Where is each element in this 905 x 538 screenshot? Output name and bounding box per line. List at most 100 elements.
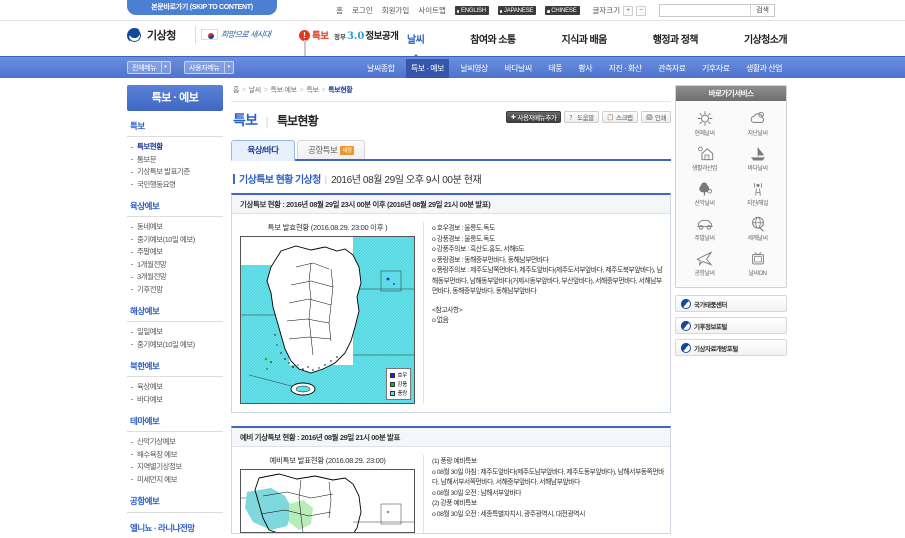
current-alert-map[interactable]: 호우 강풍 풍랑 [240, 236, 415, 404]
utility-link-sitemap[interactable]: 사이트맵 [418, 5, 446, 16]
sidebar-item-daily-forecast[interactable]: 일일예보 [131, 326, 223, 339]
quick-item-past-weather[interactable]: 지난날씨 [731, 106, 784, 141]
chevron-down-icon: ▾ [160, 62, 170, 73]
sidebar-item-weekend-forecast[interactable]: 주말예보 [131, 246, 223, 259]
subnav-item-sea-weather[interactable]: 바다날씨 [499, 59, 536, 78]
taegeuk-icon [681, 342, 691, 353]
sidebar: 특보 · 예보 특보 특보현황 통보문 기상특보 발표기준 국민행동요령 육상예… [127, 85, 223, 538]
subnav-item-earthquake-volcano[interactable]: 지진 · 화산 [604, 59, 647, 78]
sidebar-item-mountain-weather[interactable]: 산악기상예보 [131, 436, 223, 449]
language-chinese-button[interactable]: CHINESE [545, 6, 580, 15]
skip-to-content-link[interactable]: 본문바로가기 (SKIP TO CONTENT) [127, 0, 277, 15]
legend-label-strong-wind: 강풍 [397, 382, 407, 388]
quick-item-weekend-weather[interactable]: 주말날씨 [678, 211, 731, 246]
sub-navigation-links: 날씨종합 특보 · 예보 날씨영상 바다날씨 태풍 황사 지진 · 화산 관측자… [362, 57, 787, 79]
current-alert-panel-header: 기상특보 현황 : 2016년 08월 29일 23시 00분 이후 (2016… [232, 195, 670, 214]
kma-logo[interactable]: 기상청 [127, 27, 176, 43]
user-menu-dropdown[interactable]: 사용자메뉴 ▾ [184, 61, 234, 74]
subnav-item-yellow-dust[interactable]: 황사 [573, 59, 597, 78]
preliminary-alert-map[interactable] [240, 469, 415, 533]
alert-label: 특보 [312, 31, 329, 42]
subnav-item-alert-forecast[interactable]: 특보 · 예보 [405, 58, 449, 78]
font-size-increase-button[interactable]: + [623, 5, 634, 16]
gnb-item-participation[interactable]: 참여와 소통 [470, 31, 516, 46]
legend-item-strong-wind: 강풍 [390, 380, 407, 388]
sun-icon [697, 111, 712, 126]
sidebar-group-alert: 특보 특보현황 통보문 기상특보 발표기준 국민행동요령 [127, 120, 223, 191]
quick-item-weather-on[interactable]: 날씨ON [731, 246, 784, 281]
sidebar-item-village-forecast[interactable]: 동네예보 [131, 221, 223, 234]
quick-item-life-industry[interactable]: 생활과산업 [678, 141, 731, 176]
search-button[interactable]: 검색 [750, 5, 774, 16]
scrap-button[interactable]: 📋 스크랩 [601, 111, 638, 123]
tab-land-sea[interactable]: 육상/바다 [231, 140, 295, 161]
legend-swatch-high-seas [390, 390, 396, 396]
quick-item-world-weather[interactable]: 세계날씨 [731, 211, 784, 246]
cloud-icon [750, 111, 764, 123]
sidebar-item-regional-info[interactable]: 지역별기상정보 [131, 461, 223, 474]
car-icon [696, 219, 713, 230]
sidebar-item-beach-forecast[interactable]: 해수욕장 예보 [131, 449, 223, 462]
quick-item-airport-weather[interactable]: 공항날씨 [678, 246, 731, 281]
sidebar-item-midterm-forecast[interactable]: 중기예보(10일 예보) [131, 234, 223, 247]
font-size-decrease-button[interactable]: − [636, 5, 647, 16]
breadcrumb-alert[interactable]: 특보 [306, 87, 318, 94]
divider [195, 26, 196, 44]
quick-label-past-weather: 지난날씨 [747, 131, 768, 137]
sidebar-item-fine-dust[interactable]: 미세먼지 예보 [131, 474, 223, 487]
subnav-item-typhoon[interactable]: 태풍 [543, 59, 567, 78]
banner-typhoon-center[interactable]: 국가태풍센터 [675, 295, 787, 312]
alert-shortcut[interactable]: ! 특보 [299, 28, 329, 62]
prelim-line-strong-wind-detail: o 08월 30일 오전 : 세종특별자치시, 광주광역시, 대전광역시 [432, 510, 585, 518]
quick-item-current-weather[interactable]: 현재날씨 [678, 106, 731, 141]
all-menu-dropdown[interactable]: 전체메뉴 ▾ [127, 61, 171, 74]
quick-item-mountain-weather[interactable]: 산악날씨 [678, 176, 731, 211]
sidebar-item-nk-sea[interactable]: 바다예보 [131, 394, 223, 407]
sidebar-item-3month-outlook[interactable]: 3개월전망 [131, 271, 223, 284]
utility-link-home[interactable]: 홈 [336, 5, 343, 16]
search-input[interactable] [660, 5, 751, 16]
subnav-item-life-industry[interactable]: 생활과 산업 [741, 59, 787, 78]
gov30-link[interactable]: 정부 3.0 정보공개 [334, 28, 399, 42]
sidebar-item-1month-outlook[interactable]: 1개월전망 [131, 259, 223, 272]
gnb-item-about[interactable]: 기상청소개 [744, 31, 788, 46]
sidebar-item-public-guidelines[interactable]: 국민행동요령 [131, 179, 223, 192]
sidebar-item-alert-status[interactable]: 특보현황 [131, 141, 223, 154]
gnb-item-policy[interactable]: 행정과 정책 [653, 31, 699, 46]
tab-airport-alert[interactable]: 공항특보 새창 [297, 140, 365, 159]
breadcrumb-weather[interactable]: 날씨 [249, 87, 261, 94]
quick-item-sea-weather[interactable]: 바다날씨 [731, 141, 784, 176]
quick-item-earthquake[interactable]: 지진/해일 [731, 176, 784, 211]
quick-label-mountain-weather: 산악날씨 [694, 201, 715, 207]
tab-airport-alert-label: 공항특보 [308, 145, 338, 155]
org-name: 기상청 [147, 30, 176, 42]
gnb-item-knowledge[interactable]: 지식과 배움 [561, 31, 607, 46]
sidebar-item-nk-land[interactable]: 육상예보 [131, 381, 223, 394]
subnav-item-weather-overview[interactable]: 날씨종합 [362, 59, 399, 78]
sidebar-group-elnino[interactable]: 엘니뇨 · 라니냐전망 [127, 522, 223, 538]
subnav-item-observation-data[interactable]: 관측자료 [653, 59, 690, 78]
banner-climate-portal[interactable]: 기후정보포털 [675, 317, 787, 334]
subnav-item-weather-imagery[interactable]: 날씨영상 [455, 59, 492, 78]
sidebar-item-alert-criteria[interactable]: 기상특보 발표기준 [131, 166, 223, 179]
language-english-button[interactable]: ENGLISH [454, 6, 489, 15]
preliminary-map-svg [241, 470, 414, 532]
add-user-menu-button[interactable]: ✚ 사용자메뉴추가 [505, 111, 562, 123]
breadcrumb-alert-forecast[interactable]: 특보·예보 [271, 87, 297, 94]
help-button[interactable]: ？ 도움말 [564, 111, 599, 123]
preliminary-alert-text: (1) 풍랑 예비특보 o 08월 30일 아침 : 제주도앞바다(제주도남부앞… [432, 455, 664, 533]
sidebar-group-airport-forecast[interactable]: 공항예보 [127, 495, 223, 513]
sidebar-item-bulletin[interactable]: 통보문 [131, 154, 223, 167]
gnb-item-weather[interactable]: 날씨 [407, 31, 425, 46]
utility-link-signup[interactable]: 회원가입 [382, 5, 410, 16]
print-button[interactable]: 🖨 인쇄 [640, 111, 671, 123]
subnav-item-climate-data[interactable]: 기후자료 [697, 59, 734, 78]
sidebar-item-marine-midterm[interactable]: 중기예보(10일 예보) [131, 339, 223, 352]
add-user-menu-label: 사용자메뉴추가 [517, 115, 557, 122]
utility-link-login[interactable]: 로그인 [352, 5, 373, 16]
quick-service-title: 바로가기서비스 [676, 86, 786, 101]
language-japanese-button[interactable]: JAPANESE [497, 6, 537, 15]
new-window-badge: 새창 [340, 145, 354, 155]
banner-data-portal[interactable]: 기상자료개방포털 [675, 339, 787, 356]
sidebar-item-climate-outlook[interactable]: 기후전망 [131, 284, 223, 297]
